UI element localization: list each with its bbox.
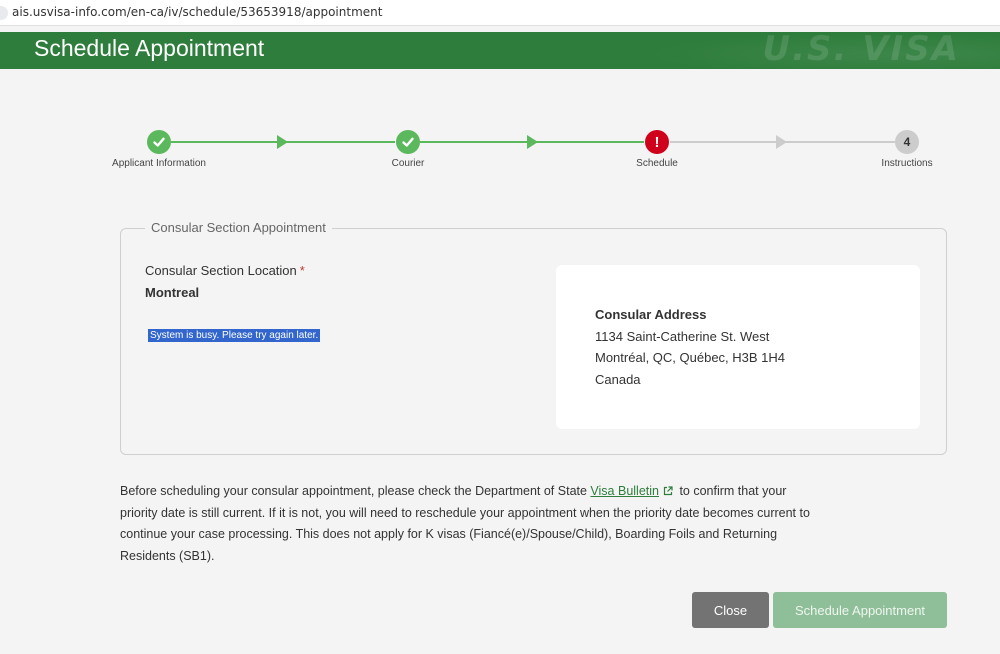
location-value: Montreal — [145, 285, 200, 300]
step-1-label: Applicant Information — [112, 158, 206, 169]
step-3-label: Schedule — [636, 158, 678, 169]
schedule-appointment-button[interactable]: Schedule Appointment — [773, 592, 947, 628]
step-arrow-2 — [527, 135, 538, 149]
address-line-1: 1134 Saint-Catherine St. West — [595, 329, 770, 344]
step-4-number: 4 — [895, 130, 919, 154]
location-label-text: Consular Section Location — [145, 263, 297, 278]
address-line-3: Canada — [595, 372, 641, 387]
site-info-icon[interactable] — [0, 6, 8, 20]
progress-stepper: Applicant Information Courier ! Schedule… — [0, 130, 1000, 175]
address-title: Consular Address — [595, 307, 707, 322]
header-watermark: U.S. VISA — [762, 32, 960, 69]
step-arrow-1 — [277, 135, 288, 149]
step-2-label: Courier — [391, 158, 425, 169]
panel-legend: Consular Section Appointment — [145, 220, 332, 235]
visa-bulletin-link[interactable]: Visa Bulletin — [590, 484, 659, 498]
browser-address-bar[interactable]: ais.usvisa-info.com/en-ca/iv/schedule/53… — [0, 0, 1000, 26]
page-header: U.S. VISA Schedule Appointment — [0, 32, 1000, 69]
address-line-2: Montréal, QC, Québec, H3B 1H4 — [595, 350, 786, 365]
system-busy-message: System is busy. Please try again later. — [148, 329, 321, 342]
notice-text-before: Before scheduling your consular appointm… — [120, 484, 591, 498]
location-label: Consular Section Location * — [145, 263, 305, 278]
step-arrow-3 — [776, 135, 787, 149]
close-button[interactable]: Close — [692, 592, 769, 628]
page-title: Schedule Appointment — [34, 35, 265, 61]
priority-date-notice: Before scheduling your consular appointm… — [120, 481, 810, 567]
consular-address-card — [556, 265, 920, 429]
required-marker: * — [299, 263, 305, 278]
step-4-label: Instructions — [881, 158, 933, 169]
external-link-icon[interactable] — [663, 486, 673, 496]
step-2-check-icon — [396, 130, 420, 154]
url-text[interactable]: ais.usvisa-info.com/en-ca/iv/schedule/53… — [12, 5, 382, 19]
step-3-exclamation-icon: ! — [645, 130, 669, 154]
step-1-check-icon — [147, 130, 171, 154]
